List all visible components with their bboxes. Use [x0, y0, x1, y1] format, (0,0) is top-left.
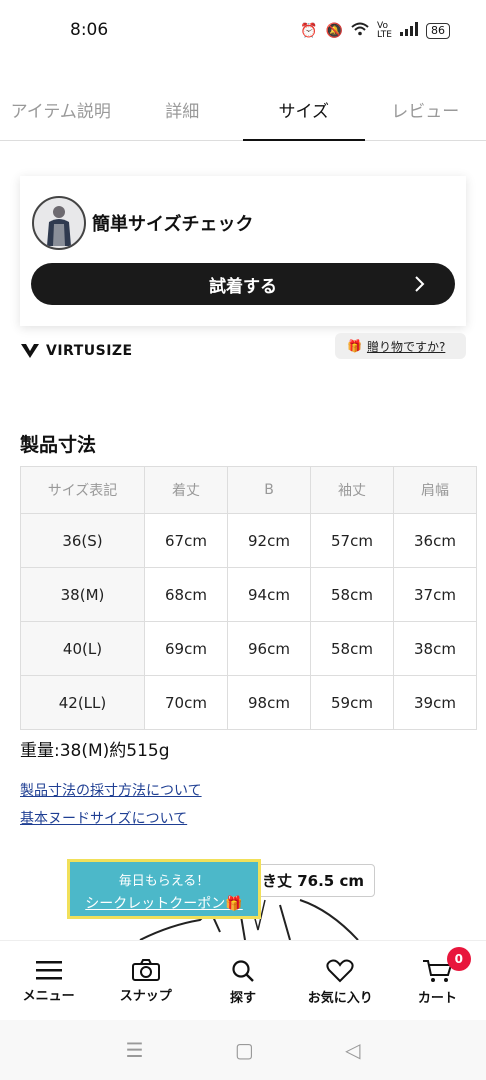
table-header-row: サイズ表記 着丈 B 袖丈 肩幅 [20, 466, 477, 514]
weight-text: 重量:38(M)約515g [20, 741, 170, 761]
table-cell: 98cm [227, 675, 311, 730]
table-row: 36(S) 67cm 92cm 57cm 36cm [20, 513, 477, 568]
size-table: サイズ表記 着丈 B 袖丈 肩幅 36(S) 67cm 92cm 57cm 36… [20, 466, 477, 730]
table-cell: 94cm [227, 567, 311, 622]
nav-search-label: 探す [230, 991, 257, 1006]
gift-icon: 🎁 [347, 339, 362, 353]
battery-icon: 86 [426, 23, 450, 39]
header-cell: サイズ表記 [20, 466, 145, 514]
mute-icon: 🔕 [325, 23, 344, 39]
table-cell: 92cm [227, 513, 311, 568]
nav-favorites[interactable]: お気に入り [292, 941, 389, 1021]
nav-snap-label: スナップ [119, 989, 172, 1004]
virtusize-logo: VIRTUSIZE [20, 343, 133, 359]
home-icon[interactable]: ▢ [235, 1038, 254, 1062]
table-cell: 39cm [393, 675, 477, 730]
size-check-card: 簡単サイズチェック 試着する [20, 176, 466, 326]
tab-reviews[interactable]: レビュー [365, 92, 486, 140]
header-cell: 袖丈 [310, 466, 394, 514]
table-cell: 96cm [227, 621, 311, 676]
cart-count-badge: 0 [446, 947, 471, 971]
gift-button[interactable]: 🎁 贈り物ですか? [335, 333, 466, 359]
nav-menu-label: メニュー [22, 989, 75, 1004]
status-time: 8:06 [70, 20, 109, 40]
table-cell: 68cm [144, 567, 228, 622]
table-cell: 36cm [393, 513, 477, 568]
table-cell: 59cm [310, 675, 394, 730]
avatar [32, 196, 86, 250]
table-cell: 58cm [310, 567, 394, 622]
header-cell: 肩幅 [393, 466, 477, 514]
heart-icon [326, 959, 354, 983]
size-label-cell: 42(LL) [20, 675, 145, 730]
size-check-title: 簡単サイズチェック [92, 214, 254, 235]
virtusize-icon [21, 344, 39, 358]
nav-cart-label: カート [417, 991, 457, 1006]
gift-label: 贈り物ですか? [366, 339, 446, 354]
nude-size-link[interactable]: 基本ヌードサイズについて [20, 808, 187, 828]
header-cell: 着丈 [144, 466, 228, 514]
bottom-nav: メニュー スナップ 探す お気に入り カート 0 [0, 940, 486, 1021]
table-cell: 70cm [144, 675, 228, 730]
section-title: 製品寸法 [20, 434, 97, 456]
measure-method-link[interactable]: 製品寸法の採寸方法について [20, 780, 202, 800]
table-row: 42(LL) 70cm 98cm 59cm 39cm [20, 675, 477, 730]
system-navigation-bar: ☰ ▢ ◁ [0, 1020, 486, 1080]
search-icon [232, 960, 254, 982]
nav-favorites-label: お気に入り [307, 991, 373, 1006]
table-cell: 58cm [310, 621, 394, 676]
size-label-cell: 36(S) [20, 513, 145, 568]
try-on-label: 試着する [209, 276, 277, 297]
alarm-icon: ⏰ [300, 23, 318, 39]
volte-icon: Vo LTE [377, 21, 392, 40]
virtusize-brand: VIRTUSIZE [46, 343, 133, 359]
camera-icon [131, 959, 160, 981]
status-bar: 8:06 ⏰ 🔕 Vo LTE 86 [0, 0, 486, 62]
table-row: 38(M) 68cm 94cm 58cm 37cm [20, 567, 477, 622]
recent-apps-icon[interactable]: ☰ [126, 1038, 144, 1062]
tab-size[interactable]: サイズ [243, 92, 365, 141]
chevron-right-icon [415, 276, 425, 292]
nav-snap[interactable]: スナップ [97, 941, 194, 1021]
table-row: 40(L) 69cm 96cm 58cm 38cm [20, 621, 477, 676]
nav-cart[interactable]: カート 0 [389, 941, 486, 1021]
header-cell: B [227, 466, 311, 514]
coupon-line1: 毎日もらえる！ [118, 874, 210, 889]
table-cell: 57cm [310, 513, 394, 568]
menu-icon [35, 961, 62, 980]
signal-icon [400, 22, 418, 40]
table-cell: 37cm [393, 567, 477, 622]
size-label-cell: 38(M) [20, 567, 145, 622]
table-cell: 38cm [393, 621, 477, 676]
back-icon[interactable]: ◁ [345, 1038, 360, 1062]
table-cell: 69cm [144, 621, 228, 676]
size-label-cell: 40(L) [20, 621, 145, 676]
wifi-icon [351, 22, 369, 40]
nav-menu[interactable]: メニュー [0, 941, 97, 1021]
tab-details[interactable]: 詳細 [122, 92, 244, 140]
table-cell: 67cm [144, 513, 228, 568]
try-on-button[interactable]: 試着する [31, 263, 455, 305]
status-icons: ⏰ 🔕 Vo LTE 86 [300, 22, 450, 40]
product-tabs: アイテム説明 詳細 サイズ レビュー [0, 92, 486, 141]
coupon-line2: シークレットクーポン🎁 [85, 896, 243, 912]
secret-coupon-banner[interactable]: 毎日もらえる！ シークレットクーポン🎁 [67, 859, 261, 919]
nav-search[interactable]: 探す [194, 941, 291, 1021]
tab-item-description[interactable]: アイテム説明 [0, 92, 122, 140]
